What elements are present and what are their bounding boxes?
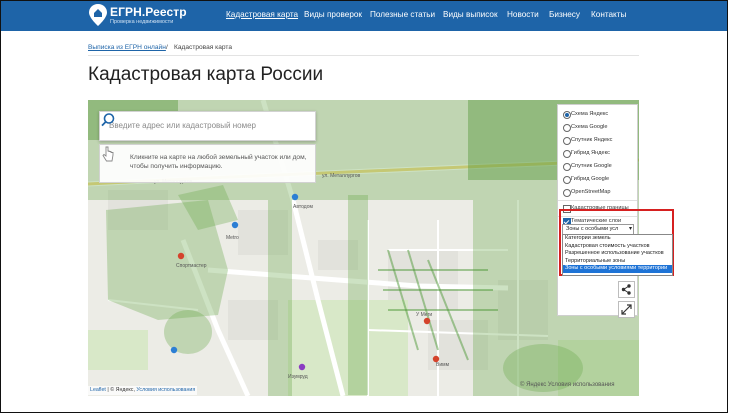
map-label-sportmaster: Спортмастер [176, 263, 207, 269]
breadcrumb-link[interactable]: Выписка из ЕГРН онлайн [88, 44, 166, 51]
layer-label-google-scheme: Схема Google [571, 124, 608, 130]
layer-label-yandex-scheme: Схема Яндекс [571, 111, 609, 117]
map-hint: Кликните на карте на любой земельный уча… [99, 144, 316, 183]
dropdown-option-land-categories[interactable]: Категории земель [563, 235, 672, 243]
nav-useful-articles[interactable]: Полезные статьи [370, 10, 435, 19]
search-icon[interactable] [100, 112, 116, 128]
hand-pointer-icon [102, 146, 114, 162]
dropdown-option-territorial-zones[interactable]: Территориальные зоны [563, 258, 672, 266]
radio-google-scheme[interactable] [563, 124, 571, 132]
map-attribution-right: © Яндекс Условия использования [520, 382, 615, 388]
brand-name[interactable]: ЕГРН.Реестр [110, 5, 187, 19]
search-box[interactable]: Введите адрес или кадастровый номер [99, 111, 316, 141]
map-label-metro: Metro [226, 235, 239, 241]
layer-label-google-hybrid: Гибрид Google [571, 176, 610, 182]
breadcrumb-separator: / [166, 44, 168, 51]
logo-pin-icon[interactable] [88, 3, 108, 27]
breadcrumb-current: Кадастровая карта [174, 44, 233, 51]
radio-yandex-scheme[interactable] [563, 111, 571, 119]
radio-yandex-satellite[interactable] [563, 137, 571, 145]
layer-label-google-satellite: Спутник Google [571, 163, 612, 169]
layer-label-openstreetmap: OpenStreetMap [571, 189, 611, 195]
share-icon [621, 284, 631, 295]
fullscreen-button[interactable] [618, 301, 635, 318]
map-label-izumrud: Изумруд [288, 374, 308, 380]
nav-business[interactable]: Бизнесу [549, 10, 580, 19]
dropdown-option-special-zones[interactable]: Зоны с особыми условиями территории [563, 265, 672, 273]
map-label-avtodom: Автодом [293, 204, 313, 210]
expand-icon [621, 304, 632, 315]
dropdown-option-cadastral-value[interactable]: Кадастровая стоимость участков [563, 243, 672, 251]
nav-news[interactable]: Новости [507, 10, 539, 19]
attribution-sep: | © [107, 387, 115, 393]
map-hint-text: Кликните на карте на любой земельный уча… [130, 154, 307, 170]
radio-google-hybrid[interactable] [563, 176, 571, 184]
panel-divider [558, 200, 637, 201]
chevron-down-icon: ▾ [628, 226, 632, 232]
attribution-yandex: Яндекс, [115, 387, 135, 393]
nav-cadastral-map[interactable]: Кадастровая карта [226, 10, 298, 19]
share-button[interactable] [618, 281, 635, 298]
layer-select-value: Зоны с особыми усл [566, 226, 619, 232]
brand-tagline: Проверка недвижимости [110, 19, 174, 25]
layer-label-yandex-satellite: Спутник Яндекс [571, 137, 613, 143]
map-label-vimm: Вимм [436, 362, 450, 368]
cadastral-map[interactable]: ул. Металлургов ул. Металлургов Metro Сп… [88, 100, 639, 396]
map-attribution: Leaflet | © Яндекс, Условия использовани… [88, 386, 198, 395]
nav-contacts[interactable]: Контакты [591, 10, 626, 19]
page-title: Кадастровая карта России [88, 64, 324, 85]
dropdown-option-permitted-use[interactable]: Разрешенное использование участков [563, 250, 672, 258]
attribution-terms[interactable]: Условия использования [136, 387, 195, 393]
nav-extract-types[interactable]: Виды выписок [443, 10, 498, 19]
map-label-street: ул. Металлургов [322, 173, 361, 179]
nav-check-types[interactable]: Виды проверок [304, 10, 362, 19]
layer-label-yandex-hybrid: Гибрид Яндекс [571, 150, 610, 156]
divider [88, 55, 639, 56]
search-input[interactable]: Введите адрес или кадастровый номер [109, 121, 256, 130]
radio-openstreetmap[interactable] [563, 189, 571, 197]
attribution-leaflet[interactable]: Leaflet [90, 387, 106, 393]
radio-google-satellite[interactable] [563, 163, 571, 171]
radio-yandex-hybrid[interactable] [563, 150, 571, 158]
map-label-mega: У Меги [416, 312, 433, 318]
layer-dropdown[interactable]: Категории земель Кадастровая стоимость у… [562, 234, 673, 276]
